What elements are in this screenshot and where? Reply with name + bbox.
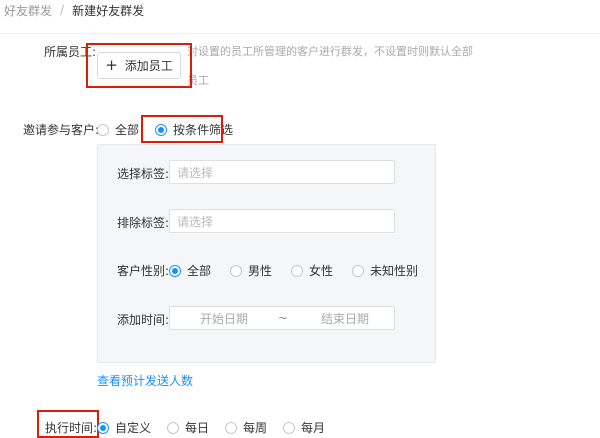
gender-option-all-label: 全部 (187, 264, 212, 278)
gender-option-female[interactable]: 女性 (291, 262, 333, 279)
exec-option-weekly-label: 每周 (243, 421, 268, 435)
invite-option-all-radio[interactable] (97, 123, 109, 136)
added-time-date-range[interactable]: 开始日期 ~ 结束日期 (169, 306, 395, 330)
gender-option-unknown-radio[interactable] (352, 264, 365, 277)
breadcrumb: 好友群发 / 新建好友群发 (4, 1, 144, 19)
header-divider (0, 33, 600, 34)
gender-option-female-radio[interactable] (291, 264, 304, 277)
select-tag-placeholder: 请选择 (177, 165, 214, 180)
invite-label: 邀请参与客户: (23, 123, 100, 137)
exclude-tag-input[interactable]: 请选择 (169, 209, 395, 233)
invite-option-filter[interactable]: 按条件筛选 (155, 121, 233, 138)
exec-option-custom-radio[interactable] (97, 421, 109, 434)
exec-option-daily[interactable]: 每日 (167, 419, 209, 436)
staff-label: 所属员工: (44, 45, 97, 59)
invite-option-filter-radio[interactable] (155, 123, 168, 136)
condition-panel: 选择标签: 请选择 排除标签: 请选择 客户性别: 全部 男性 女性 未知性别 … (97, 144, 436, 363)
breadcrumb-root[interactable]: 好友群发 (4, 2, 52, 19)
select-tag-label: 选择标签: (117, 167, 170, 181)
exec-option-custom-label: 自定义 (115, 421, 152, 435)
gender-label: 客户性别: (117, 264, 170, 278)
exec-option-custom[interactable]: 自定义 (97, 419, 151, 436)
invite-radio-group: 全部 按条件筛选 (97, 121, 249, 138)
exec-time-label: 执行时间: (45, 421, 98, 435)
gender-option-all[interactable]: 全部 (169, 262, 211, 279)
gender-option-male[interactable]: 男性 (230, 262, 272, 279)
gender-radio-group: 全部 男性 女性 未知性别 (169, 262, 418, 279)
date-end-input[interactable]: 结束日期 (296, 310, 394, 327)
gender-option-all-radio[interactable] (169, 264, 181, 277)
add-staff-button[interactable]: + 添加员工 (97, 52, 181, 79)
staff-hint-continued: 员工 (187, 74, 209, 87)
gender-option-unknown[interactable]: 未知性别 (352, 262, 418, 279)
exec-option-daily-radio[interactable] (167, 421, 180, 434)
gender-option-female-label: 女性 (309, 264, 334, 278)
exec-option-weekly[interactable]: 每周 (225, 419, 267, 436)
staff-hint: 对设置的员工所管理的客户进行群发，不设置时则默认全部 (187, 45, 473, 58)
select-tag-input[interactable]: 请选择 (169, 160, 395, 184)
exec-option-daily-label: 每日 (185, 421, 210, 435)
date-start-input[interactable]: 开始日期 (170, 310, 270, 327)
add-staff-button-label: 添加员工 (124, 59, 173, 73)
invite-option-filter-label: 按条件筛选 (173, 123, 234, 137)
gender-option-unknown-label: 未知性别 (370, 264, 419, 278)
breadcrumb-separator: / (60, 3, 65, 17)
invite-option-all[interactable]: 全部 (97, 121, 139, 138)
added-time-label: 添加时间: (117, 313, 170, 327)
invite-option-all-label: 全部 (115, 123, 140, 137)
exclude-tag-placeholder: 请选择 (177, 214, 214, 229)
gender-option-male-radio[interactable] (230, 264, 243, 277)
exec-option-weekly-radio[interactable] (225, 421, 238, 434)
exec-option-monthly[interactable]: 每月 (283, 419, 325, 436)
exclude-tag-label: 排除标签: (117, 216, 170, 230)
exec-time-radio-group: 自定义 每日 每周 每月 (97, 419, 325, 436)
plus-icon: + (105, 56, 118, 74)
gender-option-male-label: 男性 (248, 264, 273, 278)
preview-count-link[interactable]: 查看预计发送人数 (97, 372, 193, 389)
exec-option-monthly-label: 每月 (301, 421, 326, 435)
date-range-separator: ~ (277, 311, 289, 325)
exec-option-monthly-radio[interactable] (283, 421, 296, 434)
breadcrumb-current: 新建好友群发 (72, 3, 145, 18)
